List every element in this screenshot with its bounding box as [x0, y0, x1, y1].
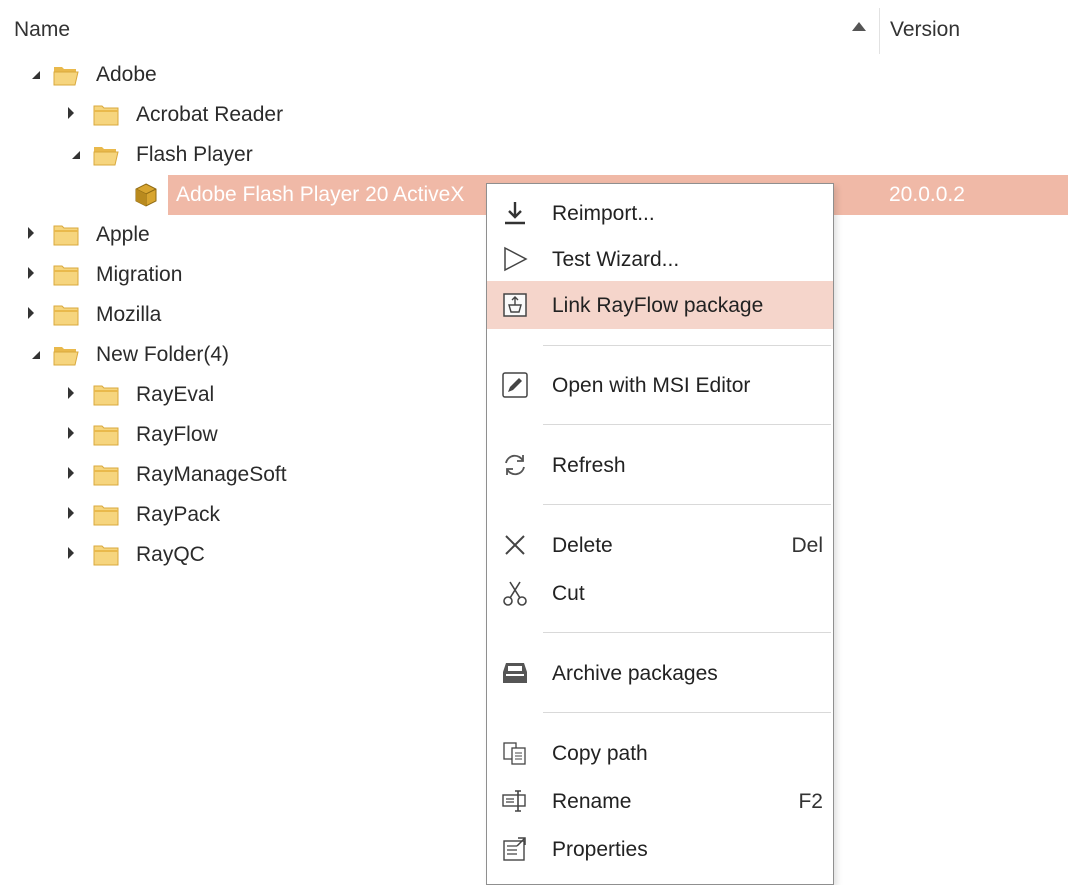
folder-icon: [93, 465, 119, 486]
tree-row-label: Apple: [96, 223, 150, 246]
menu-item-label: Open with MSI Editor: [552, 374, 751, 397]
scissors-icon: [503, 581, 527, 606]
shortcut-label: F2: [798, 790, 823, 813]
tree-row-label: RayQC: [136, 543, 205, 566]
menu-item-test-wizard[interactable]: Test Wizard...: [487, 235, 833, 283]
menu-item-label: Link RayFlow package: [552, 294, 764, 317]
folder-icon: [53, 265, 79, 286]
tree-row-label: Adobe: [96, 63, 157, 86]
menu-item-open-with-msi-editor[interactable]: Open with MSI Editor: [487, 361, 833, 409]
folder-icon: [93, 545, 119, 566]
menu-separator: [543, 424, 831, 425]
expand-arrow-icon[interactable]: [28, 227, 34, 239]
menu-item-label: Rename: [552, 790, 632, 813]
tree-row-label: RayPack: [136, 503, 221, 526]
download-icon: [505, 202, 525, 225]
sort-ascending-icon[interactable]: [852, 22, 866, 31]
column-header: Name Version: [0, 0, 1068, 62]
folder-icon: [53, 305, 79, 326]
folder-open-icon: [93, 147, 119, 166]
expand-arrow-icon[interactable]: [68, 507, 74, 519]
version-cell: 20.0.0.2: [889, 183, 965, 206]
menu-item-archive-packages[interactable]: Archive packages: [487, 649, 833, 697]
folder-icon: [93, 385, 119, 406]
folder-icon: [93, 105, 119, 126]
properties-icon: [503, 837, 526, 861]
expand-arrow-icon[interactable]: [28, 267, 34, 279]
package-icon: [135, 183, 157, 207]
menu-item-label: Delete: [552, 534, 613, 557]
menu-item-reimport[interactable]: Reimport...: [487, 189, 833, 237]
link-package-icon: [503, 293, 527, 317]
column-version-header[interactable]: Version: [890, 18, 960, 42]
menu-item-label: Copy path: [552, 742, 648, 765]
menu-separator: [543, 632, 831, 633]
copy-icon: [503, 742, 526, 765]
tree-row-label: RayFlow: [136, 423, 218, 446]
folder-icon: [93, 425, 119, 446]
menu-item-link-rayflow-package[interactable]: Link RayFlow package: [487, 281, 833, 329]
delete-x-icon: [505, 535, 525, 555]
column-divider[interactable]: [879, 8, 880, 54]
edit-pencil-icon: [502, 372, 528, 398]
menu-item-label: Archive packages: [552, 662, 718, 685]
folder-icon: [53, 225, 79, 246]
menu-item-label: Test Wizard...: [552, 248, 680, 271]
play-outline-icon: [504, 246, 528, 272]
expand-arrow-icon[interactable]: [68, 467, 74, 479]
tree-row-flash-player[interactable]: Flash Player: [0, 135, 1068, 175]
tree-row-label: Migration: [96, 263, 183, 286]
menu-item-properties[interactable]: Properties: [487, 825, 833, 873]
tree-row-label: Mozilla: [96, 303, 162, 326]
menu-item-refresh[interactable]: Refresh: [487, 441, 833, 489]
tree-row-label: RayManageSoft: [136, 463, 287, 486]
folder-icon: [93, 505, 119, 526]
collapse-arrow-icon[interactable]: [72, 151, 80, 159]
expand-arrow-icon[interactable]: [68, 107, 74, 119]
menu-item-label: Refresh: [552, 454, 626, 477]
collapse-arrow-icon[interactable]: [32, 71, 40, 79]
context-menu: Reimport... Test Wizard... Link RayFlow …: [486, 183, 834, 885]
tree-row-label: Acrobat Reader: [136, 103, 284, 126]
menu-item-copy-path[interactable]: Copy path: [487, 729, 833, 777]
menu-item-label: Reimport...: [552, 202, 655, 225]
archive-icon: [503, 663, 527, 683]
menu-separator: [543, 345, 831, 346]
collapse-arrow-icon[interactable]: [32, 351, 40, 359]
tree-row-acrobat-reader[interactable]: Acrobat Reader: [0, 95, 1068, 135]
tree-row-label: Adobe Flash Player 20 ActiveX: [176, 183, 465, 206]
menu-item-delete[interactable]: Delete Del: [487, 521, 833, 569]
menu-item-cut[interactable]: Cut: [487, 569, 833, 617]
rename-icon: [502, 790, 526, 812]
tree-row-label: New Folder(4): [96, 343, 230, 366]
menu-item-label: Cut: [552, 582, 585, 605]
folder-open-icon: [53, 347, 79, 366]
shortcut-label: Del: [791, 534, 823, 557]
menu-item-label: Properties: [552, 838, 648, 861]
expand-arrow-icon[interactable]: [68, 427, 74, 439]
tree-row-adobe[interactable]: Adobe: [0, 55, 1068, 95]
menu-separator: [543, 712, 831, 713]
refresh-icon: [505, 454, 525, 476]
menu-separator: [543, 504, 831, 505]
expand-arrow-icon[interactable]: [68, 387, 74, 399]
tree-row-label: RayEval: [136, 383, 215, 406]
expand-arrow-icon[interactable]: [68, 547, 74, 559]
expand-arrow-icon[interactable]: [28, 307, 34, 319]
folder-open-icon: [53, 67, 79, 86]
column-name-header[interactable]: Name: [14, 18, 70, 42]
menu-item-rename[interactable]: Rename F2: [487, 777, 833, 825]
tree-row-label: Flash Player: [136, 143, 253, 166]
